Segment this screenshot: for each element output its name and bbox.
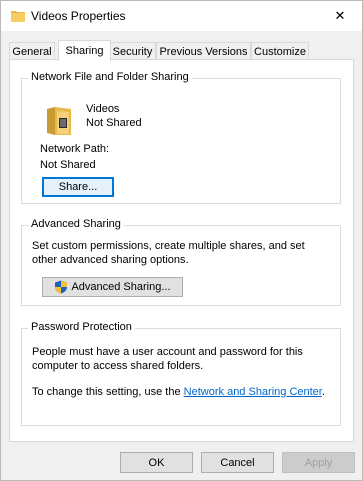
password-protection-group-title: Password Protection — [28, 321, 135, 333]
folder-icon — [11, 11, 25, 22]
tab-sharing[interactable]: Sharing — [58, 40, 111, 61]
share-status: Not Shared — [86, 117, 142, 129]
network-path-value: Not Shared — [40, 159, 96, 171]
sharing-tab-panel: Network File and Folder Sharing Videos N… — [9, 59, 354, 442]
network-sharing-group-title: Network File and Folder Sharing — [28, 71, 192, 83]
tab-security[interactable]: Security — [109, 42, 156, 60]
change-setting-line: To change this setting, use the Network … — [32, 386, 325, 398]
change-setting-prefix: To change this setting, use the — [32, 386, 181, 398]
password-protection-group: Password Protection People must have a u… — [21, 321, 341, 426]
apply-button[interactable]: Apply — [282, 452, 355, 473]
advanced-sharing-group: Advanced Sharing Set custom permissions,… — [21, 218, 341, 306]
password-protection-description: People must have a user account and pass… — [32, 346, 303, 372]
advanced-sharing-button[interactable]: Advanced Sharing... — [42, 277, 183, 297]
advanced-sharing-button-label: Advanced Sharing... — [71, 281, 171, 293]
advanced-sharing-group-title: Advanced Sharing — [28, 218, 124, 230]
cancel-button[interactable]: Cancel — [201, 452, 274, 473]
window-title: Videos Properties — [31, 9, 126, 23]
close-button[interactable]: ✕ — [318, 1, 362, 31]
title-bar: Videos Properties ✕ — [1, 1, 362, 31]
tab-strip: General Sharing Security Previous Versio… — [9, 40, 354, 61]
tab-customize[interactable]: Customize — [251, 42, 309, 60]
share-button[interactable]: Share... — [42, 177, 114, 197]
tab-previous-versions[interactable]: Previous Versions — [156, 42, 251, 60]
folder-name: Videos — [86, 103, 120, 115]
network-and-sharing-center-link[interactable]: Network and Sharing Center — [184, 386, 322, 398]
close-icon: ✕ — [334, 8, 346, 23]
video-folder-icon — [47, 107, 71, 135]
tab-general[interactable]: General — [9, 42, 55, 60]
properties-window: Videos Properties ✕ General Sharing Secu… — [0, 0, 363, 481]
change-setting-suffix: . — [321, 386, 325, 398]
uac-shield-icon — [55, 280, 68, 294]
advanced-sharing-description: Set custom permissions, create multiple … — [32, 240, 305, 266]
network-sharing-group: Network File and Folder Sharing Videos N… — [21, 71, 341, 204]
ok-button[interactable]: OK — [120, 452, 193, 473]
network-path-label: Network Path: — [40, 143, 110, 155]
